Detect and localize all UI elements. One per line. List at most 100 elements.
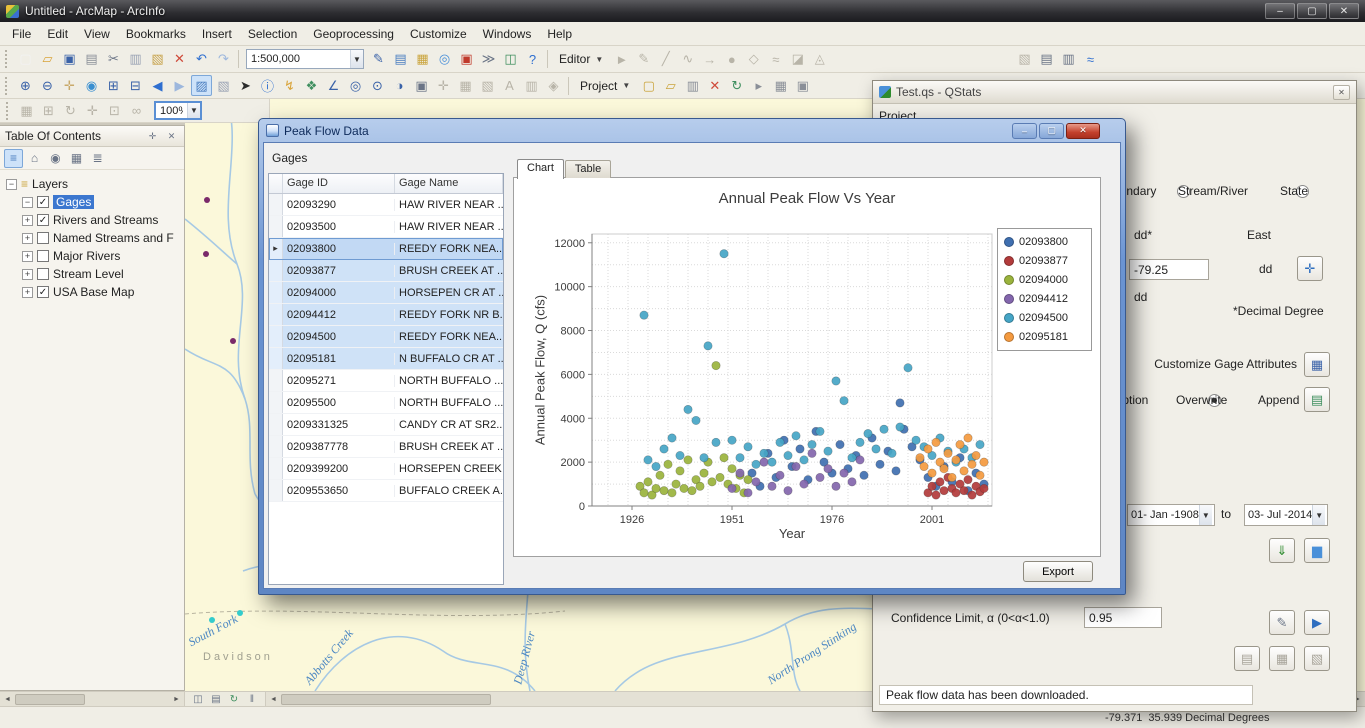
scroll-thumb[interactable] [15, 694, 85, 705]
list-by-selection-icon[interactable]: ▦ [67, 149, 86, 168]
table-row[interactable]: 02093500HAW RIVER NEAR ... [269, 216, 503, 238]
menu-edit[interactable]: Edit [39, 23, 76, 45]
row-selector[interactable] [269, 458, 283, 479]
project-menu[interactable]: Project ▼ [573, 77, 637, 95]
layer-major-rivers[interactable]: Major Rivers [53, 249, 120, 263]
attributes-window-icon[interactable]: ▤ [1036, 49, 1057, 70]
arc-segment-icon[interactable]: ∿ [677, 49, 698, 70]
labeling-icon[interactable]: A [499, 75, 520, 96]
gage-name-cell[interactable]: REEDY FORK NR B... [395, 309, 503, 321]
toc-close-icon[interactable]: ✕ [164, 129, 179, 144]
cut-polygons-icon[interactable]: ◪ [787, 49, 808, 70]
row-selector[interactable] [269, 216, 283, 237]
gage-name-cell[interactable]: HORSEPEN CREEK ... [395, 463, 503, 475]
layer-root-label[interactable]: Layers [32, 177, 68, 191]
layer-visibility-checkbox[interactable]: ✓ [37, 214, 49, 226]
zoom-out-icon[interactable]: ⊖ [37, 75, 58, 96]
qstats-titlebar[interactable]: Test.qs - QStats ✕ [873, 81, 1356, 104]
tab-chart[interactable]: Chart [517, 159, 564, 179]
layer-visibility-checkbox[interactable] [37, 232, 49, 244]
scroll-left-icon[interactable]: ◄ [266, 696, 281, 703]
gage-id-cell[interactable]: 02093290 [283, 199, 395, 211]
map-cache-icon[interactable]: ▧ [477, 75, 498, 96]
expander-icon[interactable]: + [22, 287, 33, 298]
catalog-window-icon[interactable]: ▦ [412, 49, 433, 70]
gage-name-cell[interactable]: REEDY FORK NEA... [395, 331, 503, 343]
html-popup-icon[interactable]: ❖ [301, 75, 322, 96]
georeferencing-icon[interactable]: ▦ [16, 100, 37, 121]
create-features-icon[interactable]: ▧ [1014, 49, 1035, 70]
edit-annotation-icon[interactable]: ✎ [633, 49, 654, 70]
gage-name-cell[interactable]: REEDY FORK NEA... [395, 243, 503, 255]
table-gray-button[interactable]: ▦ [1269, 646, 1295, 671]
row-selector[interactable] [269, 282, 283, 303]
layer-visibility-checkbox[interactable] [37, 268, 49, 280]
cut-icon[interactable]: ✂ [103, 49, 124, 70]
menu-insert[interactable]: Insert [194, 23, 240, 45]
map-scale-combo[interactable]: 1:500,000 ▼ [246, 49, 364, 69]
time-slider-icon[interactable]: ◑ [389, 75, 410, 96]
layer-gages[interactable]: Gages [53, 195, 94, 209]
undo-icon[interactable]: ↶ [191, 49, 212, 70]
table-row[interactable]: 0209387778BRUSH CREEK AT ... [269, 436, 503, 458]
add-control-points-icon[interactable]: ⊞ [38, 100, 59, 121]
save-icon[interactable]: ▣ [59, 49, 80, 70]
menu-view[interactable]: View [76, 23, 118, 45]
editor-edit-tool-icon[interactable]: ► [611, 49, 632, 70]
gage-name-cell[interactable]: HAW RIVER NEAR ... [395, 199, 503, 211]
toolbar-grip[interactable] [5, 77, 11, 95]
layer-visibility-checkbox[interactable] [37, 250, 49, 262]
clear-selection-icon[interactable]: ▧ [213, 75, 234, 96]
back-extent-icon[interactable]: ◀ [147, 75, 168, 96]
toc-horizontal-scrollbar[interactable]: ◄ ► [0, 692, 185, 706]
gage-point[interactable] [209, 617, 215, 623]
table-row[interactable]: 02095500NORTH BUFFALO ... [269, 392, 503, 414]
edit-vertices-icon[interactable]: ◇ [743, 49, 764, 70]
row-selector[interactable] [269, 260, 283, 281]
measure-icon[interactable]: ∠ [323, 75, 344, 96]
table-row[interactable]: ▸02093800REEDY FORK NEA... [269, 238, 503, 260]
sketch-properties-icon[interactable]: ▥ [1058, 49, 1079, 70]
go-to-xy-icon[interactable]: ⊙ [367, 75, 388, 96]
gage-name-cell[interactable]: NORTH BUFFALO ... [395, 397, 503, 409]
list-by-source-icon[interactable]: ⌂ [25, 149, 44, 168]
straight-segment-icon[interactable]: ╱ [655, 49, 676, 70]
split-tool-icon[interactable]: ◬ [809, 49, 830, 70]
dialog-maximize-button[interactable]: ▢ [1039, 123, 1064, 139]
gage-id-cell[interactable]: 02093877 [283, 265, 395, 277]
gage-point[interactable] [204, 197, 210, 203]
maximize-button[interactable]: ▢ [1297, 3, 1327, 19]
refresh-view-icon[interactable]: ↻ [226, 692, 242, 706]
point-tool-icon[interactable]: ● [721, 49, 742, 70]
table-row[interactable]: 02093877BRUSH CREEK AT ... [269, 260, 503, 282]
gage-id-cell[interactable]: 02095271 [283, 375, 395, 387]
search-window-icon[interactable]: ◎ [434, 49, 455, 70]
export-gray-button[interactable]: ▧ [1304, 646, 1330, 671]
dialog-close-button[interactable]: ✕ [1066, 123, 1100, 139]
gage-table[interactable]: Gage IDGage Name 02093290HAW RIVER NEAR … [268, 173, 504, 585]
start-date-combo[interactable]: 01- Jan -1908 ▼ [1127, 504, 1215, 526]
viewer-window-icon[interactable]: ▣ [411, 75, 432, 96]
toc-options-icon[interactable]: ≣ [88, 149, 107, 168]
link-table-icon[interactable]: ∞ [126, 100, 147, 121]
download-data-button[interactable]: ⇓ [1269, 538, 1295, 563]
new-project-icon[interactable]: ▢ [638, 75, 659, 96]
chevron-down-icon[interactable]: ▼ [1312, 505, 1325, 525]
show-chart-button[interactable]: ▆ [1304, 538, 1330, 563]
row-selector[interactable] [269, 370, 283, 391]
scroll-left-icon[interactable]: ◄ [0, 696, 15, 703]
row-selector[interactable] [269, 194, 283, 215]
dataframe-tools-icon[interactable]: ◈ [543, 75, 564, 96]
menu-geoprocessing[interactable]: Geoprocessing [305, 23, 402, 45]
feature-cache-icon[interactable]: ▦ [455, 75, 476, 96]
end-date-combo[interactable]: 03- Jul -2014 ▼ [1244, 504, 1328, 526]
minimize-button[interactable]: – [1265, 3, 1295, 19]
new-map-icon[interactable]: ▢ [15, 49, 36, 70]
project-tools-icon[interactable]: ▸ [748, 75, 769, 96]
menu-customize[interactable]: Customize [402, 23, 475, 45]
pause-drawing-icon[interactable]: ‖ [244, 692, 260, 706]
table-row[interactable]: 02094000HORSEPEN CR AT ... [269, 282, 503, 304]
layer-visibility-checkbox[interactable]: ✓ [37, 286, 49, 298]
table-row[interactable]: 0209553650BUFFALO CREEK A... [269, 480, 503, 502]
redo-icon[interactable]: ↷ [213, 49, 234, 70]
